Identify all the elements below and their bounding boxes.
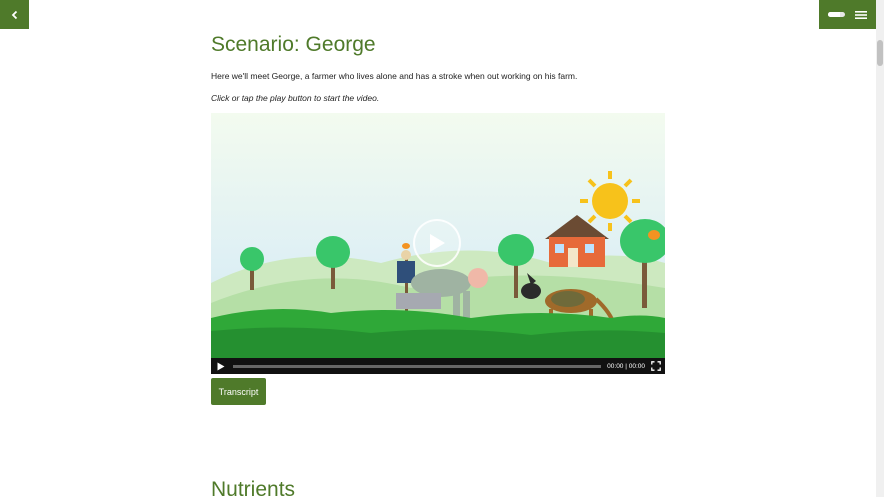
control-play-button[interactable] [215, 360, 227, 372]
top-controls [819, 0, 876, 29]
video-player[interactable]: 00:00 | 00:00 [211, 113, 665, 374]
transcript-button[interactable]: Transcript [211, 378, 266, 405]
big-play-button[interactable] [413, 219, 461, 267]
scrollbar-thumb[interactable] [877, 40, 883, 66]
page-scrollbar[interactable] [876, 0, 884, 497]
play-hint-text: Click or tap the play button to start th… [211, 93, 380, 103]
time-display: 00:00 | 00:00 [607, 362, 645, 370]
intro-text: Here we'll meet George, a farmer who liv… [211, 71, 578, 81]
play-icon [217, 362, 225, 370]
chevron-left-icon [11, 10, 17, 19]
section-title-nutrients: Nutrients [211, 478, 296, 501]
course-progress-fill [828, 12, 840, 17]
hamburger-menu-icon[interactable] [855, 10, 867, 20]
play-icon [430, 234, 445, 252]
page-title: Scenario: George [211, 33, 376, 56]
course-progress-bar [828, 12, 845, 17]
video-control-bar: 00:00 | 00:00 [211, 358, 665, 374]
fullscreen-icon[interactable] [651, 361, 661, 371]
seek-bar[interactable] [233, 364, 602, 368]
back-button[interactable] [0, 0, 29, 29]
